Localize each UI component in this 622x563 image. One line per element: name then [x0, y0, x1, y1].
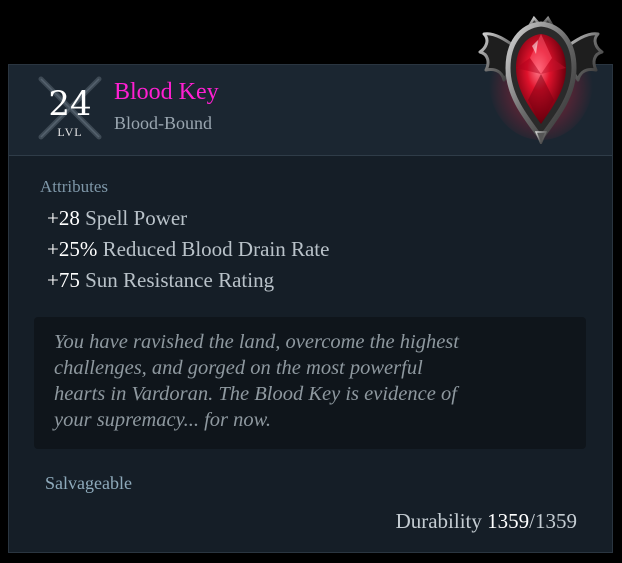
attribute-value: +25% — [47, 237, 98, 261]
attribute-sun-resistance: +75 Sun Resistance Rating — [47, 265, 329, 296]
attribute-text: Sun Resistance Rating — [79, 268, 275, 292]
flavor-line: your supremacy... for now. — [54, 409, 271, 431]
flavor-line: hearts in Vardoran. The Blood Key is evi… — [54, 383, 457, 405]
attributes-title: Attributes — [40, 177, 108, 196]
item-binding: Blood-Bound — [114, 113, 213, 133]
attribute-blood-drain: +25% Reduced Blood Drain Rate — [47, 234, 329, 265]
attributes-list: +28 Spell Power +25% Reduced Blood Drain… — [47, 203, 329, 296]
item-level: 24 — [48, 84, 92, 124]
durability-max: /1359 — [529, 509, 577, 533]
blood-key-gem-icon — [476, 10, 606, 146]
durability-label: Durability — [395, 509, 488, 533]
attribute-value: +28 — [47, 206, 80, 230]
salvageable-label: Salvageable — [45, 473, 132, 493]
level-badge: 24 LVL — [35, 73, 105, 143]
item-name: Blood Key — [114, 79, 219, 105]
attribute-text: Reduced Blood Drain Rate — [97, 237, 330, 261]
durability: Durability 1359/1359 — [396, 509, 577, 534]
attribute-spell-power: +28 Spell Power — [47, 203, 329, 234]
durability-current: 1359 — [487, 509, 530, 533]
flavor-line: challenges, and gorged on the most power… — [54, 357, 423, 379]
item-level-label: LVL — [57, 125, 83, 139]
flavor-line: You have ravished the land, overcome the… — [54, 331, 459, 353]
attribute-text: Spell Power — [79, 206, 188, 230]
flavor-text: You have ravished the land, overcome the… — [34, 317, 586, 449]
attribute-value: +75 — [47, 268, 80, 292]
